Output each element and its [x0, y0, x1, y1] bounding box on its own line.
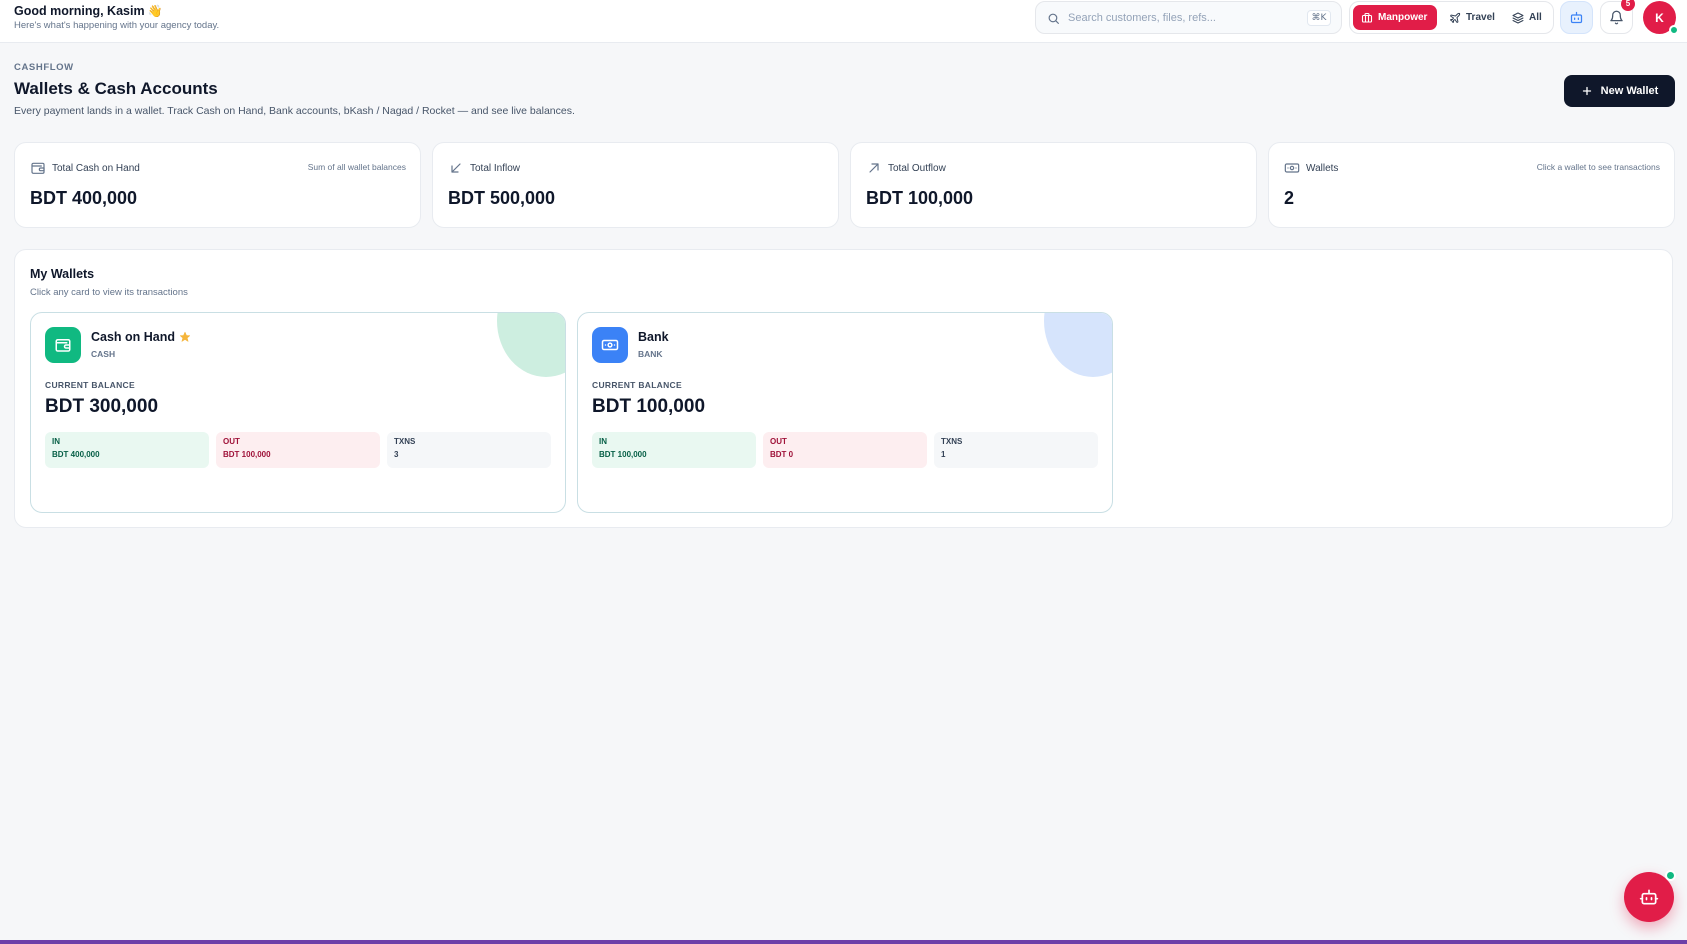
mode-switcher: Manpower Travel All — [1349, 1, 1554, 34]
inflow-box: IN BDT 400,000 — [45, 432, 209, 468]
wallet-name-text: Bank — [638, 330, 669, 344]
stat-value: BDT 500,000 — [448, 188, 556, 208]
global-search[interactable]: ⌘K — [1035, 1, 1342, 34]
stat-value: BDT 400,000 — [30, 188, 138, 208]
floating-assistant-button[interactable] — [1624, 870, 1676, 922]
balance-value: BDT 300,000 — [45, 396, 159, 417]
outflow-label: OUT — [770, 437, 787, 446]
wallet-type-icon — [45, 327, 81, 363]
greeting-text: Good morning, Kasim — [14, 4, 145, 18]
inflow-value: BDT 100,000 — [599, 450, 647, 459]
my-wallets-panel: My Wallets Click any card to view its tr… — [14, 249, 1673, 528]
stat-label: Wallets — [1306, 162, 1339, 174]
wallet-card-cash[interactable]: Cash on Hand CASH CURRENT BALANCE BDT 30… — [30, 312, 566, 513]
page-eyebrow: CASHFLOW — [14, 62, 74, 73]
stat-hint: Click a wallet to see transactions — [1536, 162, 1660, 172]
stat-total-cash: Total Cash on Hand Sum of all wallet bal… — [14, 142, 421, 228]
search-input[interactable] — [1068, 10, 1288, 26]
bottom-accent-bar — [0, 940, 1687, 944]
inflow-label: IN — [52, 437, 60, 446]
page-title: Wallets & Cash Accounts — [14, 79, 218, 98]
plus-icon — [1582, 86, 1591, 96]
wallet-icon — [55, 339, 71, 352]
plane-icon — [1450, 12, 1461, 23]
balance-label: CURRENT BALANCE — [592, 380, 682, 390]
decorative-blob — [1044, 313, 1112, 377]
avatar-initial: K — [1655, 10, 1664, 25]
banknote-icon — [601, 339, 619, 351]
user-avatar[interactable]: K — [1643, 1, 1679, 35]
bot-icon — [1639, 889, 1659, 905]
decorative-blob — [497, 313, 565, 377]
mode-manpower-button[interactable]: Manpower — [1353, 5, 1437, 30]
stat-value: BDT 100,000 — [866, 188, 974, 208]
stat-label: Total Cash on Hand — [52, 162, 140, 174]
layers-icon — [1512, 12, 1524, 23]
search-shortcut-badge: ⌘K — [1307, 10, 1331, 26]
greeting-block: Good morning, Kasim 👋 Here's what's happe… — [14, 4, 219, 31]
bell-icon — [1610, 10, 1623, 25]
assistant-button[interactable] — [1560, 1, 1593, 34]
arrow-down-left-icon — [451, 163, 461, 173]
wallet-type: BANK — [638, 349, 663, 359]
balance-value: BDT 100,000 — [592, 396, 706, 417]
new-wallet-label: New Wallet — [1600, 85, 1659, 97]
new-wallet-button[interactable]: New Wallet — [1564, 75, 1675, 107]
mode-all-label: All — [1529, 12, 1542, 23]
wallet-type: CASH — [91, 349, 116, 359]
inflow-value: BDT 400,000 — [52, 450, 100, 459]
star-icon — [179, 331, 191, 342]
outflow-box: OUT BDT 0 — [763, 432, 927, 468]
txns-box: TXNS 3 — [387, 432, 551, 468]
wallet-card-bank[interactable]: Bank BANK CURRENT BALANCE BDT 100,000 IN… — [577, 312, 1113, 513]
top-bar: Good morning, Kasim 👋 Here's what's happe… — [0, 0, 1687, 43]
wallet-type-icon — [592, 327, 628, 363]
banknote-icon — [1284, 163, 1300, 173]
notifications-button[interactable]: 5 — [1600, 0, 1635, 34]
mode-travel-label: Travel — [1466, 12, 1495, 23]
stat-total-inflow: Total Inflow BDT 500,000 — [432, 142, 839, 228]
wave-emoji: 👋 — [147, 4, 163, 18]
txns-box: TXNS 1 — [934, 432, 1098, 468]
mode-manpower-label: Manpower — [1378, 12, 1428, 23]
stat-wallets-count: Wallets Click a wallet to see transactio… — [1268, 142, 1675, 228]
search-icon — [1048, 13, 1059, 24]
panel-title: My Wallets — [30, 267, 95, 281]
greeting-subtitle: Here's what's happening with your agency… — [14, 20, 220, 31]
stat-hint: Sum of all wallet balances — [307, 162, 406, 172]
outflow-label: OUT — [223, 437, 240, 446]
wallet-name: Cash on Hand — [91, 330, 191, 344]
briefcase-icon — [1361, 12, 1373, 23]
wallet-icon — [31, 162, 45, 174]
online-status-dot — [1669, 25, 1679, 35]
arrow-up-right-icon — [869, 163, 879, 173]
txns-label: TXNS — [394, 437, 416, 446]
stat-label: Total Outflow — [888, 162, 946, 174]
outflow-box: OUT BDT 100,000 — [216, 432, 380, 468]
inflow-box: IN BDT 100,000 — [592, 432, 756, 468]
greeting-title: Good morning, Kasim 👋 — [14, 4, 219, 18]
txns-value: 1 — [941, 450, 946, 459]
panel-subtitle: Click any card to view its transactions — [30, 287, 188, 298]
wallet-name: Bank — [638, 330, 669, 344]
outflow-value: BDT 100,000 — [223, 450, 271, 459]
assistant-online-dot — [1665, 870, 1676, 881]
txns-value: 3 — [394, 450, 399, 459]
stat-total-outflow: Total Outflow BDT 100,000 — [850, 142, 1257, 228]
outflow-value: BDT 0 — [770, 450, 794, 459]
stat-value: 2 — [1284, 188, 1295, 208]
stat-label: Total Inflow — [470, 162, 521, 174]
balance-label: CURRENT BALANCE — [45, 380, 135, 390]
txns-label: TXNS — [941, 437, 963, 446]
mode-all-button[interactable]: All — [1504, 5, 1550, 30]
bot-icon — [1570, 11, 1583, 24]
mode-travel-button[interactable]: Travel — [1441, 5, 1503, 30]
notification-count-badge: 5 — [1621, 0, 1635, 11]
wallet-name-text: Cash on Hand — [91, 330, 176, 344]
page-subtitle: Every payment lands in a wallet. Track C… — [14, 105, 575, 117]
inflow-label: IN — [599, 437, 607, 446]
